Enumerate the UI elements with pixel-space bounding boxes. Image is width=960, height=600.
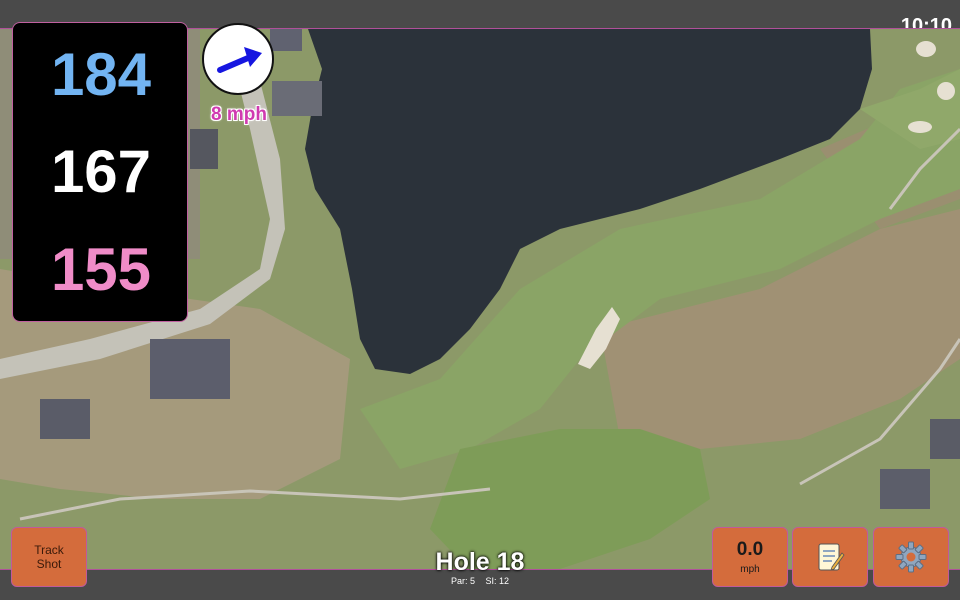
settings-button[interactable]: [873, 527, 949, 587]
hole-par: Par: 5: [450, 576, 475, 586]
hole-stroke-index: SI: 12: [485, 576, 510, 586]
middle-distance: 167: [50, 138, 152, 205]
hole-info: Par: 5 SI: 12: [380, 576, 580, 586]
front-distance: 155: [50, 236, 152, 303]
wind-indicator: [202, 23, 274, 95]
wind-speed-label: 8 mph: [211, 104, 267, 125]
speed-value: 0.0: [736, 538, 764, 560]
track-shot-label-line1: Track: [34, 543, 64, 557]
wind-direction-arrow-icon: [217, 47, 262, 73]
notepad-icon: [818, 543, 845, 571]
speed-button[interactable]: 0.0 mph: [712, 527, 788, 587]
gear-icon: [895, 541, 927, 573]
track-shot-label-line2: Shot: [36, 557, 62, 571]
hole-title: Hole 18: [435, 548, 525, 576]
track-shot-button[interactable]: Track Shot: [11, 527, 87, 587]
notes-button[interactable]: [792, 527, 868, 587]
speed-unit: mph: [740, 563, 760, 575]
back-distance: 184: [50, 41, 152, 108]
distance-panel: 184 167 155: [12, 22, 188, 322]
